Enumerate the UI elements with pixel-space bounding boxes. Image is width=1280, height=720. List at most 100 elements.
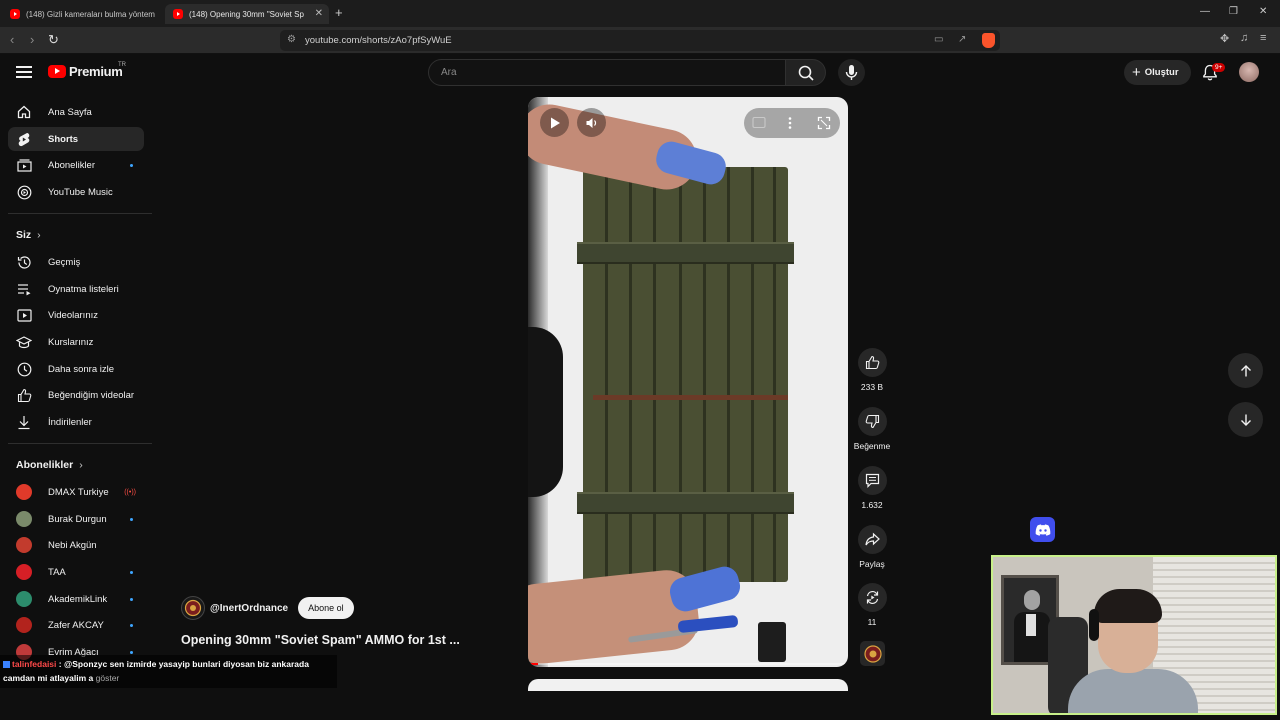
like-action[interactable]: 233 B: [848, 348, 896, 392]
video-arm-shadow: [528, 327, 563, 497]
new-content-dot: [130, 597, 133, 601]
sidebar-item-label: Daha sonra izle: [48, 363, 115, 375]
your-videos-icon: [16, 307, 32, 323]
close-window-icon[interactable]: ✕: [1259, 6, 1267, 17]
video-progress-bar[interactable]: [528, 663, 848, 665]
sidebar-item-home[interactable]: Ana Sayfa: [8, 100, 144, 124]
sidebar-item-youtube-music[interactable]: YouTube Music: [8, 180, 144, 204]
subscription-item[interactable]: Zafer AKCAY: [8, 613, 144, 637]
sidebar-item-label: Ana Sayfa: [48, 106, 92, 118]
play-icon: [550, 117, 560, 128]
back-icon[interactable]: ‹: [10, 32, 14, 47]
sidebar-item-your-videos[interactable]: Videolarınız: [8, 303, 144, 327]
forward-icon[interactable]: ›: [30, 32, 34, 47]
like-icon: [865, 355, 879, 370]
sidebar-divider: [8, 213, 152, 214]
new-content-dot: [130, 163, 133, 167]
chat-message: : @Sponzyc sen izmirde yasayip bunlari d…: [58, 659, 309, 669]
more-options-icon[interactable]: [787, 116, 793, 130]
search-box[interactable]: [428, 59, 786, 86]
menu-icon[interactable]: ≡: [1260, 32, 1266, 44]
next-short-button[interactable]: [1228, 402, 1263, 437]
sidebar-item-subscriptions[interactable]: Abonelikler: [8, 153, 144, 177]
notification-count-badge: 9+: [1212, 63, 1226, 72]
chat-line: camdan mi atlayalim a göster: [3, 671, 337, 685]
site-info-icon[interactable]: ⚙: [287, 34, 296, 45]
show-more-link[interactable]: göster: [96, 673, 120, 683]
channel-name: AkademikLink: [48, 593, 108, 605]
youtube-favicon-icon: [10, 9, 20, 19]
comment-button[interactable]: [857, 466, 887, 495]
subscriptions-section-header[interactable]: Abonelikler ›: [16, 459, 83, 471]
sidebar-item-history[interactable]: Geçmiş: [8, 250, 144, 274]
sidebar-item-watch-later[interactable]: Daha sonra izle: [8, 357, 144, 381]
twitch-icon: [3, 661, 10, 668]
subscription-item[interactable]: DMAX Turkiye ((•)): [8, 480, 144, 504]
chevron-right-icon: ›: [79, 459, 83, 471]
fullscreen-icon[interactable]: [817, 116, 831, 130]
sidebar-item-downloads[interactable]: İndirilenler: [8, 410, 144, 434]
url-field[interactable]: ⚙ youtube.com/shorts/zAo7pfSyWuE ▭ ↗: [280, 30, 1000, 51]
maximize-icon[interactable]: ❐: [1229, 6, 1238, 17]
remix-action[interactable]: 11: [848, 583, 896, 627]
create-button[interactable]: + Oluştur: [1124, 60, 1191, 85]
chat-username: talinfedaisi: [12, 659, 57, 669]
cast-icon[interactable]: ▭: [934, 34, 943, 45]
new-tab-button[interactable]: +: [335, 5, 343, 20]
dislike-button[interactable]: [857, 407, 887, 436]
minimize-icon[interactable]: —: [1200, 6, 1210, 17]
short-title[interactable]: Opening 30mm "Soviet Spam" AMMO for 1st …: [181, 633, 460, 647]
voice-search-button[interactable]: [838, 59, 865, 86]
guide-menu-icon[interactable]: [16, 66, 32, 78]
sound-thumbnail[interactable]: [860, 641, 885, 666]
subscription-item[interactable]: AkademikLink: [8, 587, 144, 611]
share-button[interactable]: [857, 525, 887, 554]
subscription-item[interactable]: Nebi Akgün: [8, 533, 144, 557]
share-action[interactable]: Paylaş: [848, 525, 896, 569]
dislike-icon: [865, 414, 879, 429]
home-icon: [16, 104, 32, 120]
url-text: youtube.com/shorts/zAo7pfSyWuE: [305, 35, 452, 46]
like-button[interactable]: [857, 348, 887, 377]
reload-icon[interactable]: ↻: [48, 32, 59, 48]
short-video-player[interactable]: [528, 97, 848, 667]
crate-plank: [751, 167, 754, 582]
dislike-action[interactable]: Beğenme: [848, 407, 896, 451]
you-section-header[interactable]: Siz ›: [16, 229, 41, 241]
previous-short-button[interactable]: [1228, 353, 1263, 388]
browser-tab-1[interactable]: (148) Gizli kameraları bulma yöntem: [2, 4, 160, 24]
account-avatar[interactable]: [1239, 62, 1259, 82]
search-input[interactable]: [441, 67, 771, 78]
youtube-logo-icon: [48, 65, 66, 78]
sidebar-item-courses[interactable]: Kurslarınız: [8, 330, 144, 354]
section-title: Abonelikler: [16, 459, 74, 471]
close-tab-icon[interactable]: ✕: [315, 8, 323, 19]
new-content-dot: [130, 650, 133, 654]
sidebar-item-label: Kurslarınız: [48, 336, 94, 348]
channel-logo[interactable]: [181, 596, 205, 620]
chat-message-continued: camdan mi atlayalim a: [3, 673, 94, 683]
volume-button[interactable]: [577, 108, 606, 137]
crate-strap: [593, 395, 788, 400]
music-icon: [16, 184, 32, 200]
share-page-icon[interactable]: ↗: [958, 34, 966, 45]
youtube-premium-logo[interactable]: Premium: [48, 64, 123, 79]
extensions-icon[interactable]: ✥: [1220, 32, 1229, 45]
subscription-item[interactable]: Burak Durgun: [8, 507, 144, 531]
sidebar-item-liked-videos[interactable]: Beğendiğim videolar: [8, 383, 144, 407]
captions-icon[interactable]: [752, 116, 766, 129]
sidebar-item-shorts[interactable]: Shorts: [8, 127, 144, 151]
subscribe-button[interactable]: Abone ol: [298, 597, 354, 619]
play-button[interactable]: [540, 108, 569, 137]
search-button[interactable]: [786, 59, 826, 86]
media-icon[interactable]: ♫: [1240, 32, 1248, 44]
sidebar-item-playlists[interactable]: Oynatma listeleri: [8, 277, 144, 301]
sidebar-item-label: İndirilenler: [48, 416, 92, 428]
comment-action[interactable]: 1.632: [848, 466, 896, 510]
browser-tab-2[interactable]: (148) Opening 30mm "Soviet Sp ✕: [165, 4, 329, 24]
remix-button[interactable]: [857, 583, 887, 612]
brave-shields-icon[interactable]: [982, 33, 995, 48]
subscription-item[interactable]: TAA: [8, 560, 144, 584]
next-short-preview[interactable]: [528, 679, 848, 691]
channel-handle[interactable]: @InertOrdnance: [210, 603, 288, 614]
